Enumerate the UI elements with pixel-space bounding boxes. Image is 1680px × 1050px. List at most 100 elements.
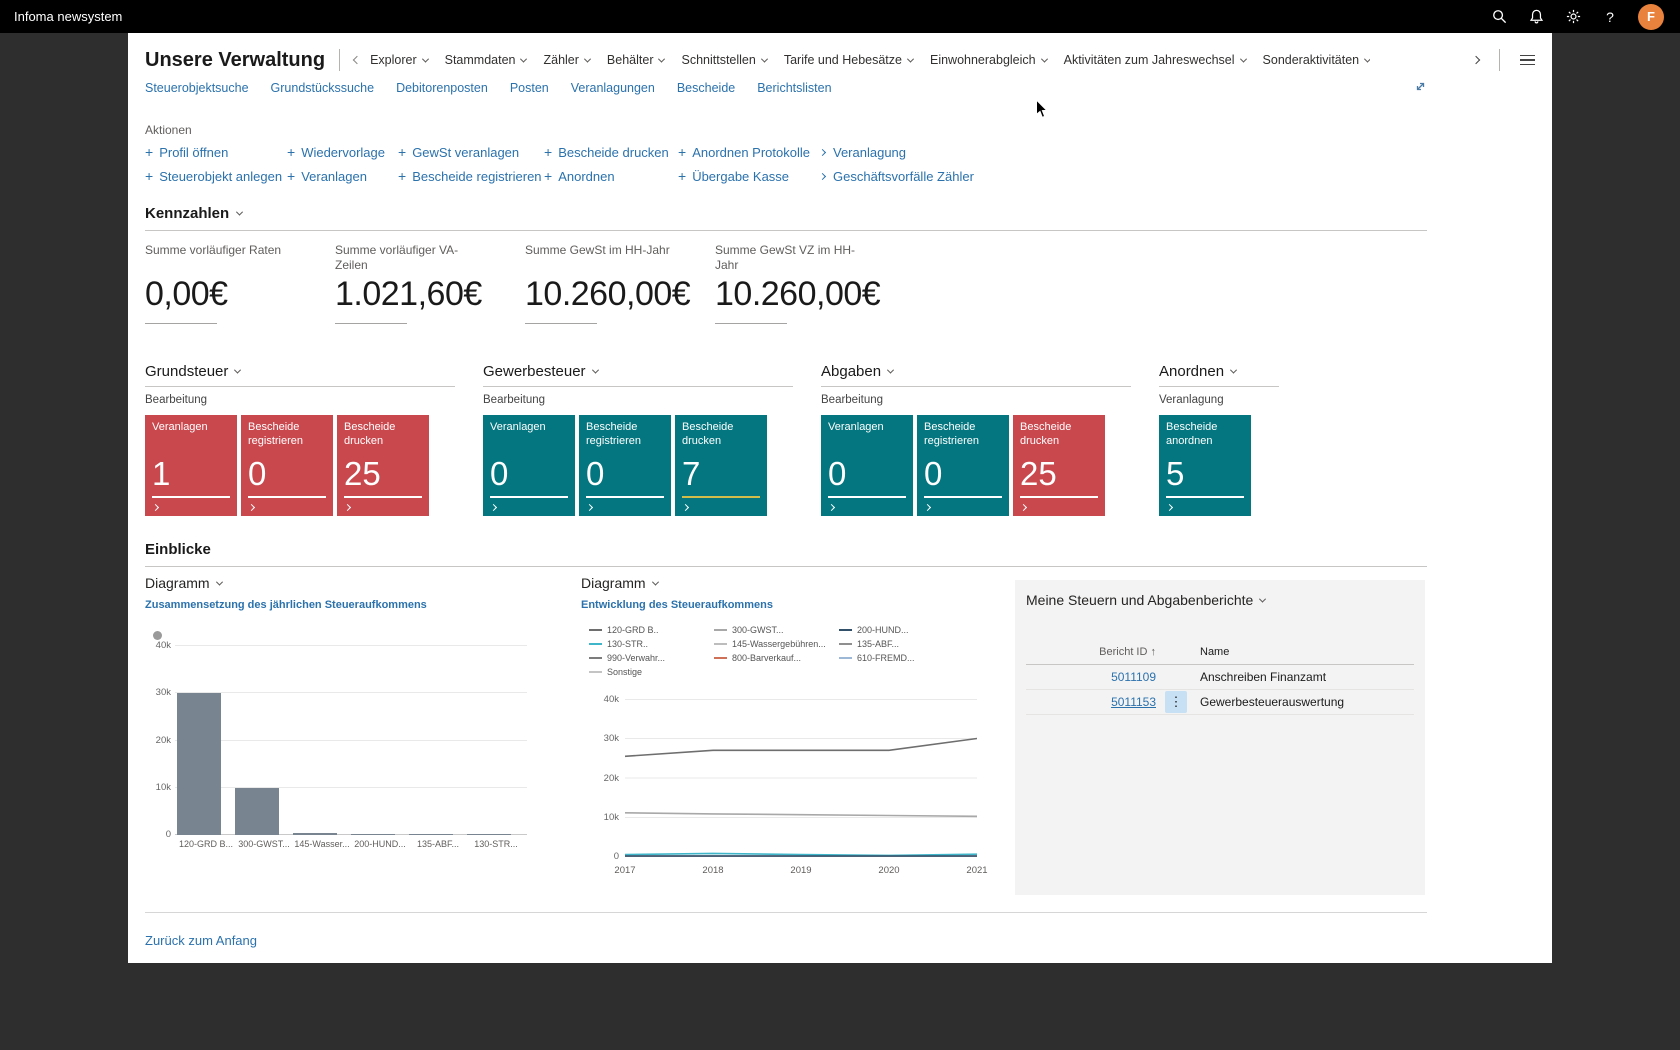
kpi-summe-vorlaeufiger-raten[interactable]: Summe vorläufiger Raten 0,00€ [145, 243, 335, 324]
bar-135-abf[interactable] [409, 834, 453, 835]
add-icon: + [678, 144, 686, 160]
divider [483, 386, 793, 387]
group-subtitle: Bearbeitung [145, 394, 455, 406]
nav-item-sonderaktivitaeten[interactable]: Sonderaktivitäten [1263, 53, 1371, 67]
nav-item-behaelter[interactable]: Behälter [607, 53, 665, 67]
kpi-summe-vorlaeufiger-va-zeilen[interactable]: Summe vorläufiger VA-Zeilen 1.021,60€ [335, 243, 525, 324]
row-context-menu-icon[interactable]: ⋮ [1165, 691, 1187, 713]
nav-scroll-right-icon[interactable] [1472, 56, 1480, 64]
cue-tile-abgaben-bescheide-drucken[interactable]: Bescheide drucken 25 [1013, 415, 1105, 516]
legend-item[interactable]: 300-GWST... [714, 625, 839, 635]
action-wiedervorlage[interactable]: +Wiedervorlage [287, 144, 398, 160]
subnav-veranlagungen[interactable]: Veranlagungen [571, 81, 655, 95]
nav-item-explorer[interactable]: Explorer [370, 53, 428, 67]
bar-chart-widget-heading[interactable]: Diagramm [145, 575, 557, 591]
chevron-down-icon [1259, 595, 1266, 602]
nav-scroll-left-icon[interactable] [353, 56, 361, 64]
legend-item[interactable]: Sonstige [589, 667, 714, 677]
subnav-berichtslisten[interactable]: Berichtslisten [757, 81, 831, 95]
subnav-steuerobjektsuche[interactable]: Steuerobjektsuche [145, 81, 249, 95]
line-chart-widget-heading[interactable]: Diagramm [581, 575, 1011, 591]
action-geschaeftsvorfaelle-menu[interactable]: Geschäftsvorfälle Zähler [820, 168, 1427, 184]
gewerbesteuer-heading[interactable]: Gewerbesteuer [483, 363, 793, 380]
action-gewst-veranlagen[interactable]: +GewSt veranlagen [398, 144, 544, 160]
cue-tile-grundsteuer-bescheide-drucken[interactable]: Bescheide drucken 25 [337, 415, 429, 516]
anordnen-heading[interactable]: Anordnen [1159, 363, 1279, 380]
settings-gear-icon[interactable] [1564, 8, 1582, 26]
nav-item-schnittstellen[interactable]: Schnittstellen [681, 53, 766, 67]
tile-progress-bar [1020, 496, 1098, 498]
action-uebergabe-kasse[interactable]: +Übergabe Kasse [678, 168, 820, 184]
notifications-icon[interactable] [1527, 8, 1545, 26]
cue-tile-bescheide-anordnen[interactable]: Bescheide anordnen 5 [1159, 415, 1251, 516]
legend-item[interactable]: 130-STR.. [589, 639, 714, 649]
column-header-bericht-id[interactable]: Bericht ID ↑ [1026, 646, 1156, 658]
nav-item-einwohnerabgleich[interactable]: Einwohnerabgleich [930, 53, 1047, 67]
nav-item-zaehler[interactable]: Zähler [543, 53, 589, 67]
cue-tile-gewerbesteuer-bescheide-registrieren[interactable]: Bescheide registrieren 0 [579, 415, 671, 516]
table-row[interactable]: 5011109 Anschreiben Finanzamt [1026, 665, 1414, 690]
legend-item[interactable]: 120-GRD B.. [589, 625, 714, 635]
chevron-down-icon [1364, 55, 1370, 62]
avatar[interactable]: F [1638, 4, 1664, 30]
bar-200-hund[interactable] [351, 834, 395, 835]
cue-tile-grundsteuer-veranlagen[interactable]: Veranlagen 1 [145, 415, 237, 516]
chevron-right-icon [248, 504, 255, 511]
nav-item-stammdaten[interactable]: Stammdaten [445, 53, 527, 67]
expand-icon[interactable] [1414, 80, 1427, 96]
legend-item[interactable]: 145-Wassergebühren... [714, 639, 839, 649]
legend-swatch [589, 671, 602, 673]
chevron-down-icon [652, 578, 659, 585]
nav-item-tarife-und-hebesaetze[interactable]: Tarife und Hebesätze [784, 53, 913, 67]
back-to-top-link[interactable]: Zurück zum Anfang [145, 933, 257, 948]
subnav-posten[interactable]: Posten [510, 81, 549, 95]
kennzahlen-heading[interactable]: Kennzahlen [145, 205, 1427, 222]
bar-145-wasser[interactable] [293, 833, 337, 835]
bar-120-grd[interactable] [177, 693, 221, 836]
action-veranlagen[interactable]: +Veranlagen [287, 168, 398, 184]
legend-item[interactable]: 800-Barverkauf... [714, 653, 839, 663]
action-profil-oeffnen[interactable]: +Profil öffnen [145, 144, 287, 160]
help-icon[interactable]: ? [1601, 9, 1619, 25]
cue-tile-grundsteuer-bescheide-registrieren[interactable]: Bescheide registrieren 0 [241, 415, 333, 516]
tile-progress-bar [248, 496, 326, 498]
nav-item-aktivitaeten-jahreswechsel[interactable]: Aktivitäten zum Jahreswechsel [1064, 53, 1246, 67]
cue-group-grundsteuer: Grundsteuer Bearbeitung Veranlagen 1 Bes… [145, 363, 455, 516]
report-id-link[interactable]: 5011153 [1111, 695, 1156, 709]
chevron-right-icon [152, 504, 159, 511]
search-icon[interactable] [1490, 8, 1508, 26]
kpi-summe-gewst-hh-jahr[interactable]: Summe GewSt im HH-Jahr 10.260,00€ [525, 243, 715, 324]
action-veranlagung-menu[interactable]: Veranlagung [820, 144, 1427, 160]
menu-hamburger-icon[interactable] [1520, 55, 1535, 66]
subnav-grundstueckssuche[interactable]: Grundstückssuche [271, 81, 375, 95]
legend-item[interactable]: 610-FREMD... [839, 653, 964, 663]
reports-heading[interactable]: Meine Steuern und Abgabenberichte [1026, 592, 1414, 608]
action-anordnen[interactable]: +Anordnen [544, 168, 678, 184]
action-bescheide-drucken[interactable]: +Bescheide drucken [544, 144, 678, 160]
subnav-debitorenposten[interactable]: Debitorenposten [396, 81, 488, 95]
kpi-summe-gewst-vz-hh-jahr[interactable]: Summe GewSt VZ im HH-Jahr 10.260,00€ [715, 243, 905, 324]
bar-300-gwst[interactable] [235, 788, 279, 836]
action-anordnen-protokolle[interactable]: +Anordnen Protokolle [678, 144, 820, 160]
line-chart-title-link[interactable]: Entwicklung des Steueraufkommens [581, 599, 773, 611]
subnav-bescheide[interactable]: Bescheide [677, 81, 735, 95]
cue-tile-abgaben-bescheide-registrieren[interactable]: Bescheide registrieren 0 [917, 415, 1009, 516]
grundsteuer-heading[interactable]: Grundsteuer [145, 363, 455, 380]
legend-dot-icon[interactable] [153, 631, 162, 640]
legend-item[interactable]: 200-HUND... [839, 625, 964, 635]
table-row-selected[interactable]: 5011153 ⋮ Gewerbesteuerauswertung [1026, 690, 1414, 715]
tile-progress-bar [586, 496, 664, 498]
column-header-name[interactable]: Name [1196, 646, 1414, 658]
add-icon: + [544, 168, 552, 184]
abgaben-heading[interactable]: Abgaben [821, 363, 1131, 380]
cue-tile-gewerbesteuer-bescheide-drucken[interactable]: Bescheide drucken 7 [675, 415, 767, 516]
bar-130-str[interactable] [467, 834, 511, 835]
cue-tile-gewerbesteuer-veranlagen[interactable]: Veranlagen 0 [483, 415, 575, 516]
bar-chart-title-link[interactable]: Zusammensetzung des jährlichen Steuerauf… [145, 599, 427, 611]
report-id-link[interactable]: 5011109 [1111, 670, 1156, 684]
legend-item[interactable]: 990-Verwahr... [589, 653, 714, 663]
action-steuerobjekt-anlegen[interactable]: +Steuerobjekt anlegen [145, 168, 287, 184]
action-bescheide-registrieren[interactable]: +Bescheide registrieren [398, 168, 544, 184]
legend-item[interactable]: 135-ABF... [839, 639, 964, 649]
cue-tile-abgaben-veranlagen[interactable]: Veranlagen 0 [821, 415, 913, 516]
